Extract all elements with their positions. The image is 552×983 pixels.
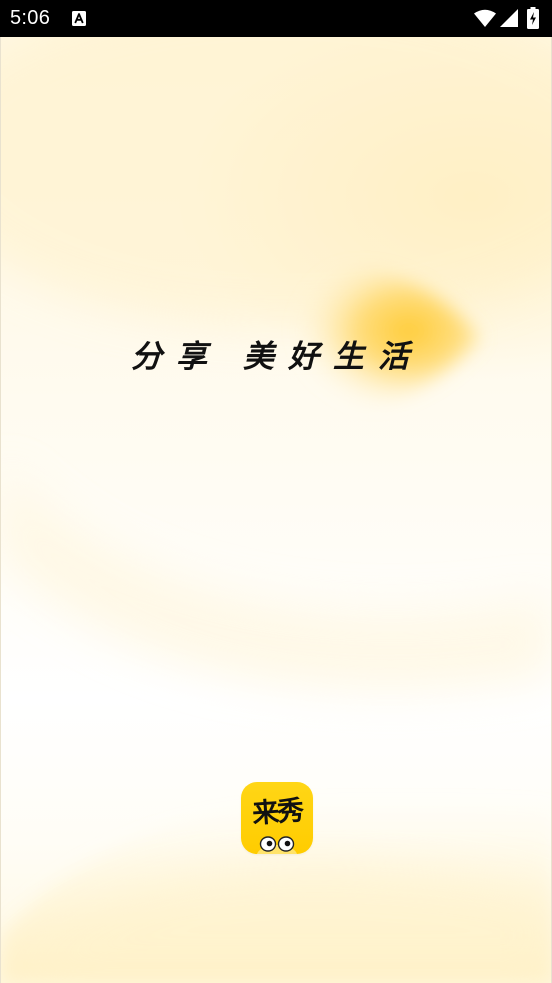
battery-charging-icon [527, 7, 539, 29]
signal-icon [500, 9, 518, 27]
app-logo-icon: 来秀 [241, 782, 313, 854]
tagline-good-life: 美好生活 [243, 339, 423, 375]
logo-eyes-icon [257, 836, 297, 854]
tagline: 分享 美好生活 [1, 331, 551, 376]
a-icon [72, 11, 86, 26]
status-bar: 5:06 [0, 0, 552, 37]
status-time: 5:06 [10, 7, 51, 29]
screen: 5:06 分享 美好生活 来秀 [0, 0, 552, 983]
tagline-share: 分享 [131, 339, 221, 375]
app-logo-text: 来秀 [251, 795, 304, 830]
wifi-icon [474, 9, 496, 27]
splash-screen: 分享 美好生活 来秀 [0, 37, 552, 983]
